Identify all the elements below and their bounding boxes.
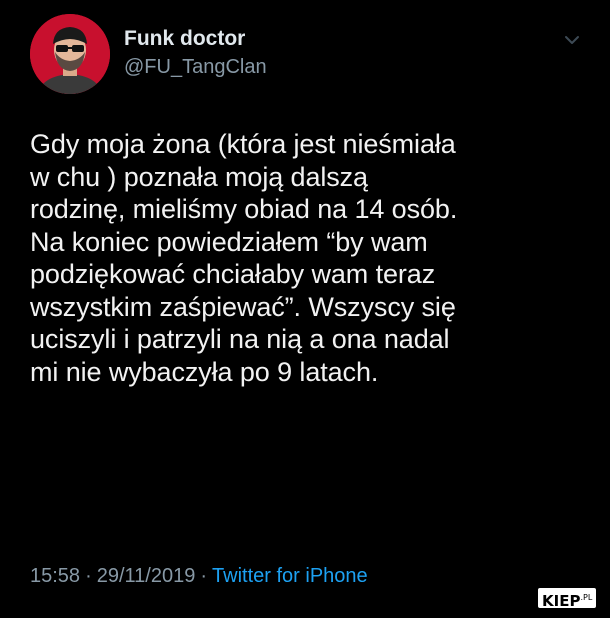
tweet-time[interactable]: 15:58 [30, 565, 80, 587]
author-display-name[interactable]: Funk doctor [124, 26, 267, 52]
tweet-text-line: uciszyli i patrzyli na nią a ona nadal [30, 324, 450, 354]
tweet-author[interactable]: Funk doctor @FU_TangClan [124, 26, 267, 80]
chevron-down-icon[interactable] [562, 30, 582, 50]
tweet-date[interactable]: 29/11/2019 [97, 565, 196, 587]
meta-separator: · [85, 565, 92, 587]
author-handle[interactable]: @FU_TangClan [124, 54, 267, 80]
tweet-text-line: rodzinę, mieliśmy obiad na 14 osób. [30, 194, 458, 224]
tweet-text-line: wszystkim zaśpiewać”. Wszyscy się [30, 291, 456, 322]
tweet-source-link[interactable]: Twitter for iPhone [212, 565, 368, 587]
tweet-meta: 15:58 · 29/11/2019 · Twitter for iPhone [30, 565, 368, 588]
tweet-text-line: Na koniec powiedziałem “by wam [30, 226, 428, 257]
watermark-text: KIEP [542, 592, 581, 610]
site-watermark: KIEP.PL [538, 588, 597, 610]
tweet-text-line: podziękować chciałaby wam teraz [30, 259, 436, 289]
tweet-text-line: w chu ) poznała moją dalszą [30, 161, 368, 192]
tweet-text-line: mi nie wybaczyła po 9 latach. [30, 356, 379, 387]
avatar-man-sunglasses-icon [30, 14, 110, 94]
tweet-text: Gdy moja żona (która jest nieśmiała w ch… [30, 128, 590, 388]
watermark-suffix: .PL [580, 593, 593, 602]
meta-separator: · [200, 565, 208, 587]
tweet-text-line: Gdy moja żona (która jest nieśmiała [30, 129, 456, 159]
avatar[interactable] [30, 14, 110, 94]
tweet-card: Funk doctor @FU_TangClan Gdy moja żona (… [0, 0, 610, 618]
